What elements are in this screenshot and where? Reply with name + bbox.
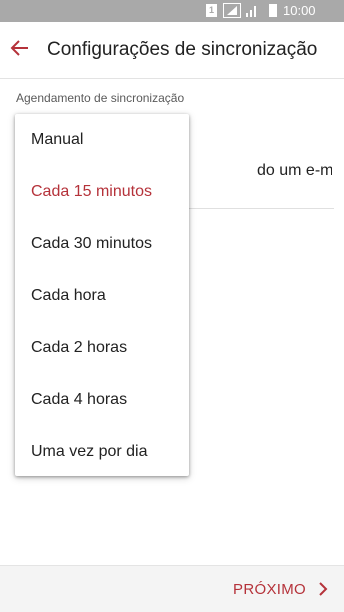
clock: 10:00 [283,3,316,18]
option-every-4-hours[interactable]: Cada 4 horas [15,374,189,426]
background-option-partial: do um e-mail for [257,162,332,179]
header-divider [0,78,344,79]
back-arrow-icon[interactable] [10,38,30,58]
option-once-a-day[interactable]: Uma vez por dia [15,426,189,478]
chevron-right-icon [319,582,328,596]
signal-bars-icon [246,6,256,17]
option-every-30-minutes[interactable]: Cada 30 minutos [15,218,189,270]
battery-icon [269,4,277,17]
app-bar: Configurações de sincronização [0,22,344,78]
option-label: Uma vez por dia [31,443,148,460]
next-button[interactable]: PRÓXIMO [233,578,328,600]
sync-schedule-label: Agendamento de sincronização [16,91,185,105]
option-label: Cada 2 horas [31,339,128,356]
option-every-hour[interactable]: Cada hora [15,270,189,322]
option-label: Cada 15 minutos [31,183,152,200]
page-title: Configurações de sincronização [47,39,318,60]
sync-schedule-dropdown: Manual Cada 15 minutos Cada 30 minutos C… [15,114,189,476]
option-label: Cada 4 horas [31,391,128,408]
option-every-2-hours[interactable]: Cada 2 horas [15,322,189,374]
status-bar: 1 10:00 [0,0,344,22]
sim-slot-indicator: 1 [206,4,217,17]
option-label: Cada 30 minutos [31,235,152,252]
option-label: Manual [31,131,84,148]
bottom-bar: PRÓXIMO [0,565,344,612]
signal-strength-icon [223,3,241,18]
next-button-label: PRÓXIMO [233,580,306,598]
option-label: Cada hora [31,287,106,304]
option-every-15-minutes[interactable]: Cada 15 minutos [15,166,189,218]
option-manual[interactable]: Manual [15,114,189,166]
